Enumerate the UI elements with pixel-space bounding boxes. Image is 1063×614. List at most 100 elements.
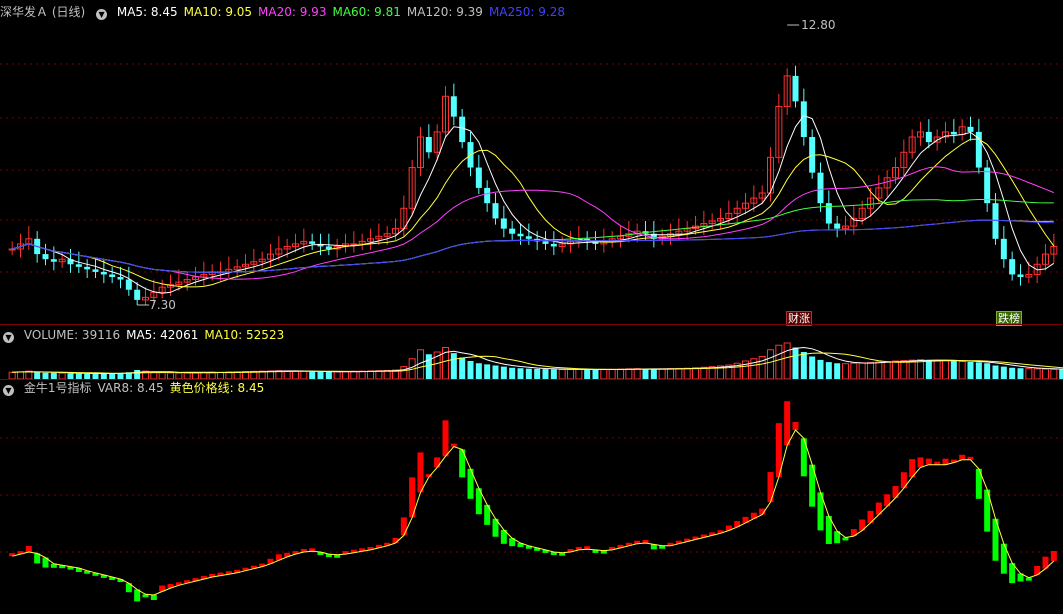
- volume-bar: [558, 369, 566, 380]
- volume-bar: [342, 371, 349, 380]
- volume-bar: [817, 359, 824, 379]
- indicator-bar: [434, 457, 441, 468]
- candle-body: [542, 241, 549, 244]
- volume-legend-item: MA10: 52523: [204, 328, 285, 342]
- price-panel[interactable]: 深华发Ａ (日线) ▼ MA5: 8.45 MA10: 9.05 MA20: 9.9…: [0, 0, 1063, 326]
- indicator-bar: [917, 457, 924, 468]
- volume-bar: [1033, 368, 1041, 380]
- candle-body: [100, 271, 107, 275]
- volume-bar: [492, 365, 499, 379]
- volume-bar: [992, 365, 999, 379]
- candle-body: [992, 203, 999, 239]
- volume-bar: [459, 357, 466, 379]
- volume-bar: [892, 360, 899, 380]
- volume-bar: [217, 371, 224, 380]
- volume-bar: [867, 361, 874, 380]
- volume-bar: [1000, 366, 1007, 379]
- volume-bar: [542, 369, 549, 379]
- volume-bar: [1009, 367, 1016, 379]
- indicator-bar: [792, 422, 799, 430]
- volume-bar: [633, 368, 641, 380]
- candle-body: [475, 167, 482, 188]
- volume-legend: VOLUME: 39116 MA5: 42061 MA10: 52523: [24, 328, 290, 342]
- volume-bar: [34, 372, 41, 379]
- volume-bar: [783, 342, 791, 380]
- indicator-header: ▼ 金牛1号指标 VAR8: 8.45 黄色价格线: 8.45: [0, 380, 276, 396]
- indicator-bar: [784, 401, 791, 446]
- volume-bar: [575, 368, 583, 380]
- ma60-line: [12, 199, 1054, 273]
- volume-bar: [525, 368, 532, 379]
- yellow-price-line: [12, 429, 1055, 596]
- indicator-legend: 金牛1号指标 VAR8: 8.45 黄色价格线: 8.45: [24, 381, 270, 395]
- ma-legend-item: MA10: 9.05: [183, 5, 253, 19]
- volume-bar: [467, 361, 474, 379]
- volume-bar: [309, 371, 316, 379]
- volume-bar: [425, 354, 432, 379]
- candle-body: [517, 233, 524, 237]
- indicator-bar: [150, 595, 157, 600]
- volume-panel[interactable]: ▼ VOLUME: 39116 MA5: 42061 MA10: 52523: [0, 325, 1063, 380]
- indicator-bar: [442, 420, 449, 457]
- high-label: 12.80: [801, 18, 835, 32]
- volume-header: ▼ VOLUME: 39116 MA5: 42061 MA10: 52523: [0, 327, 296, 343]
- volume-bar: [642, 368, 649, 379]
- candle-body: [450, 96, 457, 117]
- chart-title: 深华发Ａ (日线): [0, 5, 86, 19]
- volume-bar: [967, 361, 974, 379]
- volume-bar: [675, 367, 683, 380]
- candle-body: [500, 218, 507, 229]
- chevron-down-icon[interactable]: ▼: [3, 385, 14, 396]
- volume-bar: [809, 356, 816, 379]
- volume-bar: [942, 360, 949, 380]
- candle-body: [92, 269, 99, 272]
- candle-body: [50, 259, 57, 262]
- candle-body: [817, 172, 824, 204]
- volume-bar: [933, 359, 941, 380]
- volume-bar: [625, 368, 633, 380]
- volume-bar: [950, 361, 957, 379]
- chevron-down-icon[interactable]: ▼: [3, 332, 14, 343]
- volume-bar: [358, 370, 366, 380]
- volume-bar: [567, 369, 574, 380]
- indicator-bar: [925, 458, 932, 465]
- indicator-chart: [0, 401, 1063, 602]
- ma20-line: [12, 166, 1054, 280]
- indicator-bar: [417, 452, 424, 493]
- volume-bar: [975, 362, 982, 379]
- volume-bar: [367, 370, 374, 380]
- volume-legend-item: VOLUME: 39116: [23, 328, 121, 342]
- candle-body: [967, 126, 974, 132]
- volume-bar: [400, 366, 408, 380]
- chevron-down-icon[interactable]: ▼: [96, 9, 108, 20]
- volume-bar: [683, 367, 691, 380]
- volume-bar: [750, 358, 758, 380]
- indicator-panel[interactable]: ▼ 金牛1号指标 VAR8: 8.45 黄色价格线: 8.45: [0, 380, 1063, 614]
- volume-bar: [150, 371, 158, 380]
- volume-bar: [283, 370, 291, 380]
- candle-body: [134, 289, 141, 300]
- volume-bar: [692, 367, 699, 380]
- candle-body: [950, 131, 957, 135]
- ma250-line: [12, 219, 1054, 273]
- volume-bar: [917, 359, 924, 380]
- volume-bar: [900, 360, 908, 380]
- price-header: 深华发Ａ (日线) ▼ MA5: 8.45 MA10: 9.05 MA20: 9.9…: [0, 4, 577, 20]
- volume-bar: [617, 368, 624, 380]
- candle-body: [1017, 274, 1024, 277]
- candle-body: [492, 203, 499, 219]
- ma-legend-item: MA120: 9.39: [406, 5, 483, 19]
- volume-bar: [450, 353, 457, 379]
- volume-bar: [875, 361, 883, 380]
- price-chart: 12.80 7.30: [0, 18, 1063, 312]
- volume-bar: [25, 370, 33, 380]
- candle-body: [525, 236, 532, 239]
- ma-legend: MA5: 8.45 MA10: 9.05 MA20: 9.93 MA60: 9.81 M…: [117, 5, 571, 19]
- volume-bar: [1025, 368, 1033, 380]
- volume-bar: [767, 349, 774, 380]
- ma-legend-item: MA20: 9.93: [258, 5, 327, 19]
- volume-bar: [658, 368, 666, 380]
- candle-body: [125, 279, 132, 290]
- candle-body: [550, 243, 557, 247]
- ma10-line: [12, 138, 1055, 288]
